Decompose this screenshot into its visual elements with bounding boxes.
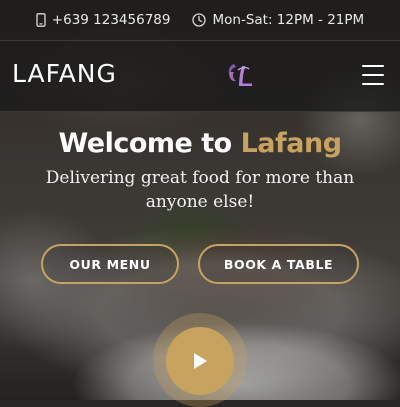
phone-icon (36, 13, 46, 27)
hero-tagline: Delivering great food for more than anyo… (45, 168, 355, 212)
lafang-logo[interactable] (224, 60, 258, 96)
brand-name[interactable]: LAFANG (12, 59, 117, 88)
hero-heading: Welcome to Lafang (0, 128, 400, 159)
play-video-button[interactable] (166, 327, 234, 395)
opening-hours: Mon-Sat: 12PM - 21PM (212, 12, 365, 28)
clock-icon (192, 13, 207, 27)
book-a-table-button[interactable]: BOOK A TABLE (198, 244, 359, 284)
opening-hours-info: Mon-Sat: 12PM - 21PM (192, 12, 364, 28)
logo-mark-icon (228, 64, 252, 86)
hero-heading-accent: Lafang (240, 128, 342, 159)
play-icon (194, 353, 207, 369)
phone-number: +639 123456789 (51, 12, 171, 28)
main-navbar: LAFANG (0, 40, 400, 112)
our-menu-button[interactable]: OUR MENU (41, 244, 179, 284)
hamburger-menu-icon[interactable] (362, 65, 384, 85)
phone-info[interactable]: +639 123456789 (36, 12, 171, 28)
hero-heading-prefix: Welcome to (58, 128, 241, 159)
top-info-bar: +639 123456789 Mon-Sat: 12PM - 21PM (0, 0, 400, 40)
